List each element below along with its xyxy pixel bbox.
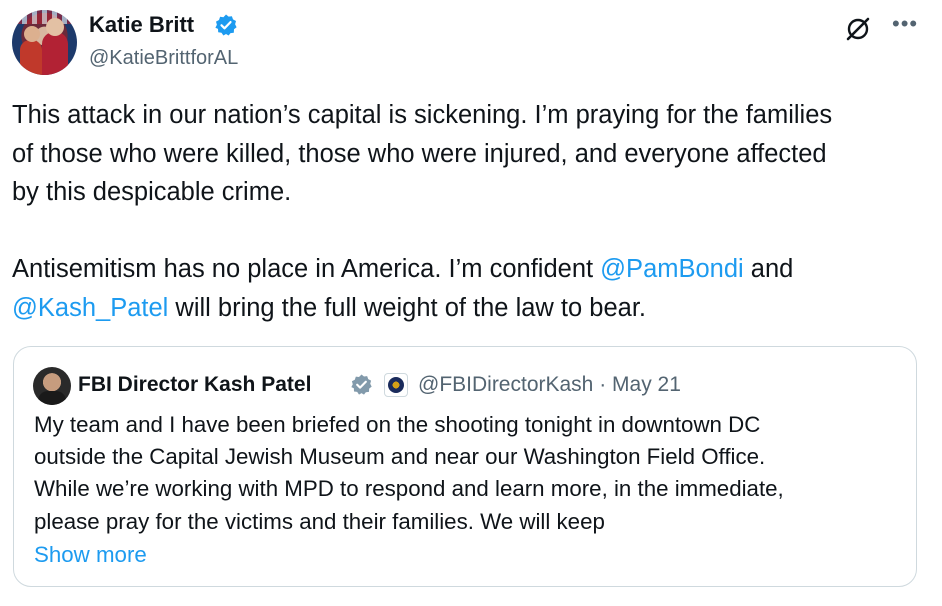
grok-icon[interactable] [843,14,873,44]
author-avatar[interactable] [12,10,77,75]
author-handle[interactable]: @KatieBrittforAL [89,45,238,71]
quote-avatar[interactable] [33,367,71,405]
verified-badge-icon [215,14,237,36]
mention-kash-patel[interactable]: @Kash_Patel [12,294,168,322]
quote-author-name[interactable]: FBI Director Kash Patel [78,370,311,400]
author-name[interactable]: Katie Britt [89,10,194,40]
quoted-tweet[interactable]: FBI Director Kash Patel @FBIDirectorKash… [13,346,917,587]
quote-handle-date[interactable]: @FBIDirectorKash · May 21 [418,370,681,400]
quote-text: My team and I have been briefed on the s… [34,412,784,534]
more-icon[interactable]: ••• [892,13,918,40]
verified-badge-icon [351,374,372,395]
fbi-seal-icon [384,373,408,397]
tweet-text: This attack in our nation’s capital is s… [12,101,833,322]
mention-pambondi[interactable]: @PamBondi [600,255,744,283]
show-more-link[interactable]: Show more [34,539,147,571]
